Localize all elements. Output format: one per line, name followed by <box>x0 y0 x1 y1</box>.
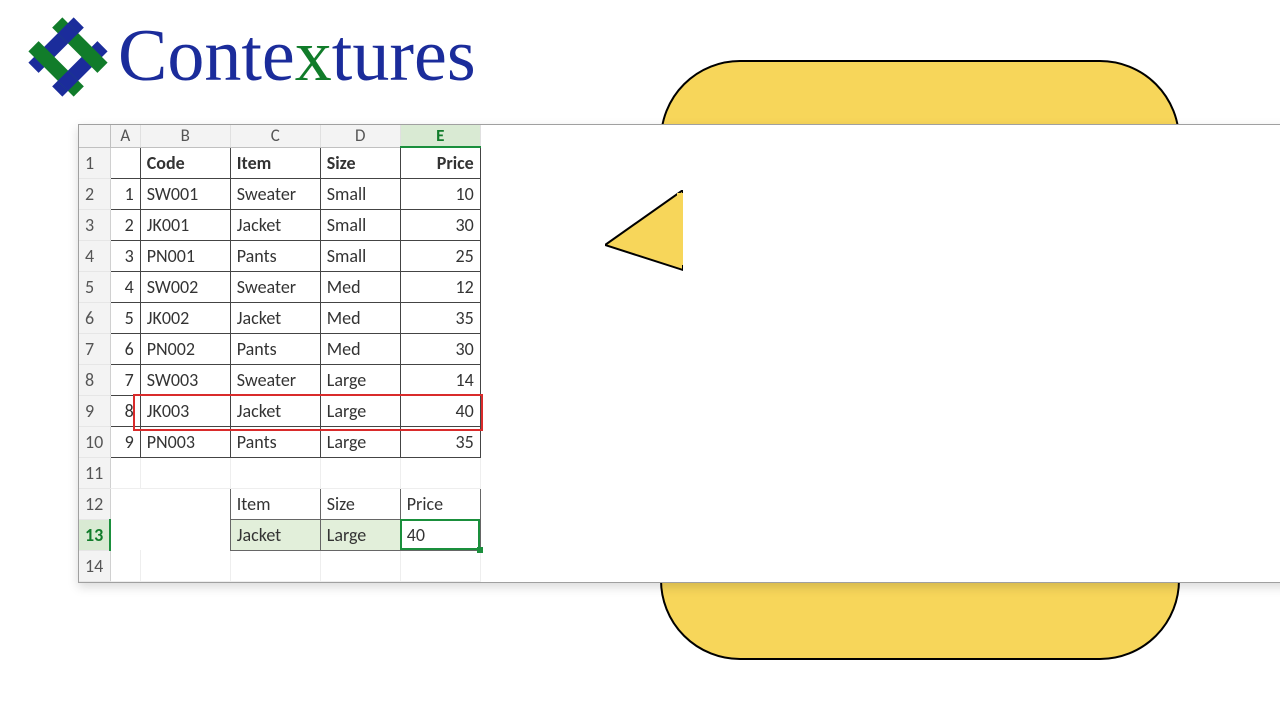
cell-C2[interactable]: Sweater <box>230 178 320 209</box>
row-header-13[interactable]: 13 <box>79 519 110 550</box>
row-1[interactable]: 1 Code Item Size Price <box>79 147 480 178</box>
cell-B1[interactable]: Code <box>140 147 230 178</box>
cell-A9[interactable]: 8 <box>110 395 140 426</box>
row-6[interactable]: 65JK002JacketMed35 <box>79 302 480 333</box>
cell-D12[interactable]: Size <box>320 488 400 519</box>
row-header-5[interactable]: 5 <box>79 271 110 302</box>
cell-A7[interactable]: 6 <box>110 333 140 364</box>
row-header-9[interactable]: 9 <box>79 395 110 426</box>
cell-D2[interactable]: Small <box>320 178 400 209</box>
row-header-3[interactable]: 3 <box>79 209 110 240</box>
row-11[interactable]: 11 <box>79 457 480 488</box>
col-header-A[interactable]: A <box>110 125 140 147</box>
cell-B6[interactable]: JK002 <box>140 302 230 333</box>
cell-C7[interactable]: Pants <box>230 333 320 364</box>
row-header-4[interactable]: 4 <box>79 240 110 271</box>
row-header-8[interactable]: 8 <box>79 364 110 395</box>
cell-E4[interactable]: 25 <box>400 240 480 271</box>
cell-A1[interactable] <box>110 147 140 178</box>
cell-E7[interactable]: 30 <box>400 333 480 364</box>
cell-D9[interactable]: Large <box>320 395 400 426</box>
cell-E8[interactable]: 14 <box>400 364 480 395</box>
weave-icon <box>28 17 108 97</box>
row-header-1[interactable]: 1 <box>79 147 110 178</box>
cell-C9[interactable]: Jacket <box>230 395 320 426</box>
cell-D5[interactable]: Med <box>320 271 400 302</box>
cell-C10[interactable]: Pants <box>230 426 320 457</box>
cell-E12[interactable]: Price <box>400 488 480 519</box>
brand-logo: Contextures <box>28 14 476 99</box>
row-8[interactable]: 87SW003SweaterLarge14 <box>79 364 480 395</box>
cell-E13[interactable]: 40 <box>400 519 480 550</box>
row-13[interactable]: 13 JacketLarge40 <box>79 519 480 550</box>
row-header-10[interactable]: 10 <box>79 426 110 457</box>
col-header-C[interactable]: C <box>230 125 320 147</box>
cell-C12[interactable]: Item <box>230 488 320 519</box>
cell-A8[interactable]: 7 <box>110 364 140 395</box>
row-header-6[interactable]: 6 <box>79 302 110 333</box>
cell-B2[interactable]: SW001 <box>140 178 230 209</box>
row-12[interactable]: 12 ItemSizePrice <box>79 488 480 519</box>
cell-D13[interactable]: Large <box>320 519 400 550</box>
cell-A4[interactable]: 3 <box>110 240 140 271</box>
cell-D8[interactable]: Large <box>320 364 400 395</box>
row-9[interactable]: 98JK003JacketLarge40 <box>79 395 480 426</box>
cell-C5[interactable]: Sweater <box>230 271 320 302</box>
cell-A2[interactable]: 1 <box>110 178 140 209</box>
brand-name: Contextures <box>118 14 476 99</box>
cell-D4[interactable]: Small <box>320 240 400 271</box>
select-all-corner[interactable] <box>79 125 110 147</box>
cell-B3[interactable]: JK001 <box>140 209 230 240</box>
row-header-2[interactable]: 2 <box>79 178 110 209</box>
cell-A3[interactable]: 2 <box>110 209 140 240</box>
cell-C4[interactable]: Pants <box>230 240 320 271</box>
cell-A5[interactable]: 4 <box>110 271 140 302</box>
cell-E5[interactable]: 12 <box>400 271 480 302</box>
cell-C1[interactable]: Item <box>230 147 320 178</box>
cell-C8[interactable]: Sweater <box>230 364 320 395</box>
cell-D3[interactable]: Small <box>320 209 400 240</box>
col-header-E[interactable]: E <box>400 125 480 147</box>
cell-E9[interactable]: 40 <box>400 395 480 426</box>
row-2[interactable]: 21SW001SweaterSmall10 <box>79 178 480 209</box>
row-10[interactable]: 109PN003PantsLarge35 <box>79 426 480 457</box>
cell-B10[interactable]: PN003 <box>140 426 230 457</box>
cell-E6[interactable]: 35 <box>400 302 480 333</box>
cell-E10[interactable]: 35 <box>400 426 480 457</box>
col-header-B[interactable]: B <box>140 125 230 147</box>
cell-D10[interactable]: Large <box>320 426 400 457</box>
cell-B4[interactable]: PN001 <box>140 240 230 271</box>
row-header-7[interactable]: 7 <box>79 333 110 364</box>
cell-C3[interactable]: Jacket <box>230 209 320 240</box>
cell-E1[interactable]: Price <box>400 147 480 178</box>
row-header-14[interactable]: 14 <box>79 550 110 581</box>
cell-B8[interactable]: SW003 <box>140 364 230 395</box>
row-14[interactable]: 14 <box>79 550 480 581</box>
cell-B7[interactable]: PN002 <box>140 333 230 364</box>
cell-D7[interactable]: Med <box>320 333 400 364</box>
cell-B5[interactable]: SW002 <box>140 271 230 302</box>
cell-A10[interactable]: 9 <box>110 426 140 457</box>
row-header-11[interactable]: 11 <box>79 457 110 488</box>
col-header-D[interactable]: D <box>320 125 400 147</box>
cell-E2[interactable]: 10 <box>400 178 480 209</box>
cell-C13[interactable]: Jacket <box>230 519 320 550</box>
row-7[interactable]: 76PN002PantsMed30 <box>79 333 480 364</box>
cell-D6[interactable]: Med <box>320 302 400 333</box>
row-4[interactable]: 43PN001PantsSmall25 <box>79 240 480 271</box>
fill-handle[interactable] <box>477 547 483 553</box>
row-header-12[interactable]: 12 <box>79 488 110 519</box>
column-header-row[interactable]: A B C D E <box>79 125 480 147</box>
row-5[interactable]: 54SW002SweaterMed12 <box>79 271 480 302</box>
row-3[interactable]: 32JK001JacketSmall30 <box>79 209 480 240</box>
cell-D1[interactable]: Size <box>320 147 400 178</box>
cell-B9[interactable]: JK003 <box>140 395 230 426</box>
cell-A6[interactable]: 5 <box>110 302 140 333</box>
cell-C6[interactable]: Jacket <box>230 302 320 333</box>
cell-E3[interactable]: 30 <box>400 209 480 240</box>
